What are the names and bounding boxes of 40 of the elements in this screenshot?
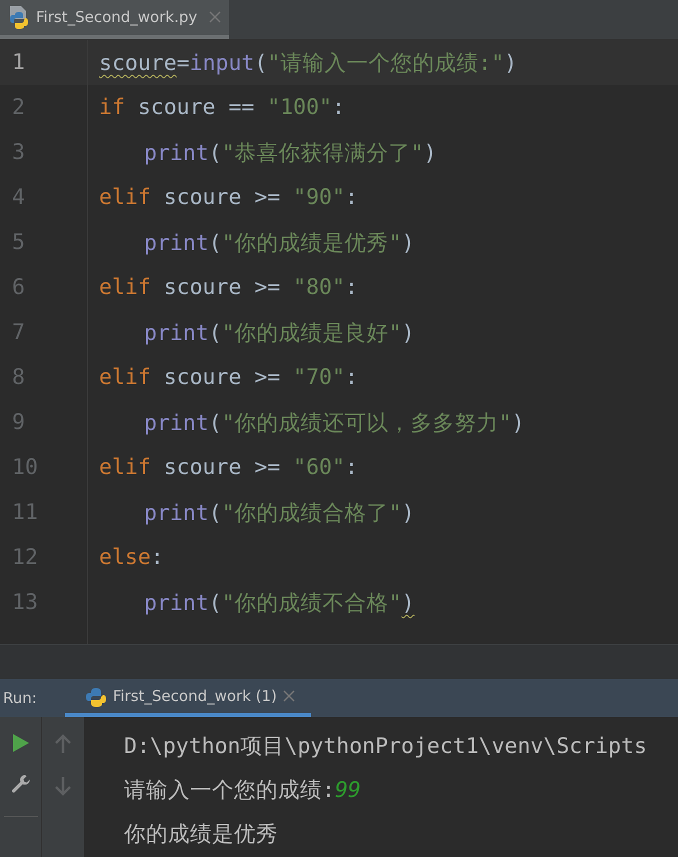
code-line: print("恭喜你获得满分了")	[143, 140, 437, 167]
line-number: 1	[0, 40, 88, 85]
line-number: 7	[0, 310, 88, 355]
code-line: if scoure == "100":	[98, 94, 345, 120]
run-icon[interactable]	[12, 734, 28, 752]
line-number: 11	[0, 490, 88, 535]
line-number: 4	[0, 174, 88, 220]
line-number: 9	[0, 400, 88, 445]
close-icon[interactable]	[209, 11, 222, 24]
console-line: D:\python项目\pythonProject1\venv\Scripts	[123, 733, 647, 761]
python-file-icon	[8, 5, 30, 30]
code-line: elif scoure >= "80":	[98, 274, 358, 300]
code-line: print("你的成绩合格了")	[143, 500, 415, 527]
close-icon[interactable]	[282, 690, 295, 702]
line-number: 6	[0, 264, 88, 310]
panel-splitter[interactable]	[0, 644, 678, 680]
code-line: print("你的成绩是良好")	[143, 320, 415, 347]
line-number: 2	[0, 84, 88, 130]
line-number: 8	[0, 354, 88, 400]
up-arrow-icon[interactable]	[55, 734, 71, 754]
code-line: else:	[98, 544, 164, 570]
code-line: scoure=input("请输入一个您的成绩:")	[98, 50, 518, 77]
down-arrow-icon[interactable]	[55, 776, 71, 796]
code-line: elif scoure >= "70":	[98, 364, 358, 390]
line-number: 5	[0, 220, 88, 265]
console-line: 请输入一个您的成绩:99	[123, 777, 362, 805]
code-line: elif scoure >= "90":	[98, 184, 358, 210]
run-label: Run:	[2, 689, 38, 708]
file-tab[interactable]: First_Second_work.py	[0, 0, 230, 39]
python-icon	[84, 685, 107, 708]
line-number: 13	[0, 580, 88, 625]
code-line: elif scoure >= "60":	[98, 454, 358, 480]
console-line: 你的成绩是优秀	[123, 821, 279, 849]
code-line: print("你的成绩是优秀")	[143, 230, 415, 257]
line-number: 10	[0, 444, 88, 490]
wrench-icon[interactable]	[10, 774, 30, 794]
line-number: 12	[0, 534, 88, 580]
code-line: print("你的成绩不合格")	[143, 590, 415, 617]
code-line: print("你的成绩还可以，多多努力")	[143, 410, 525, 437]
line-number: 3	[0, 130, 88, 175]
